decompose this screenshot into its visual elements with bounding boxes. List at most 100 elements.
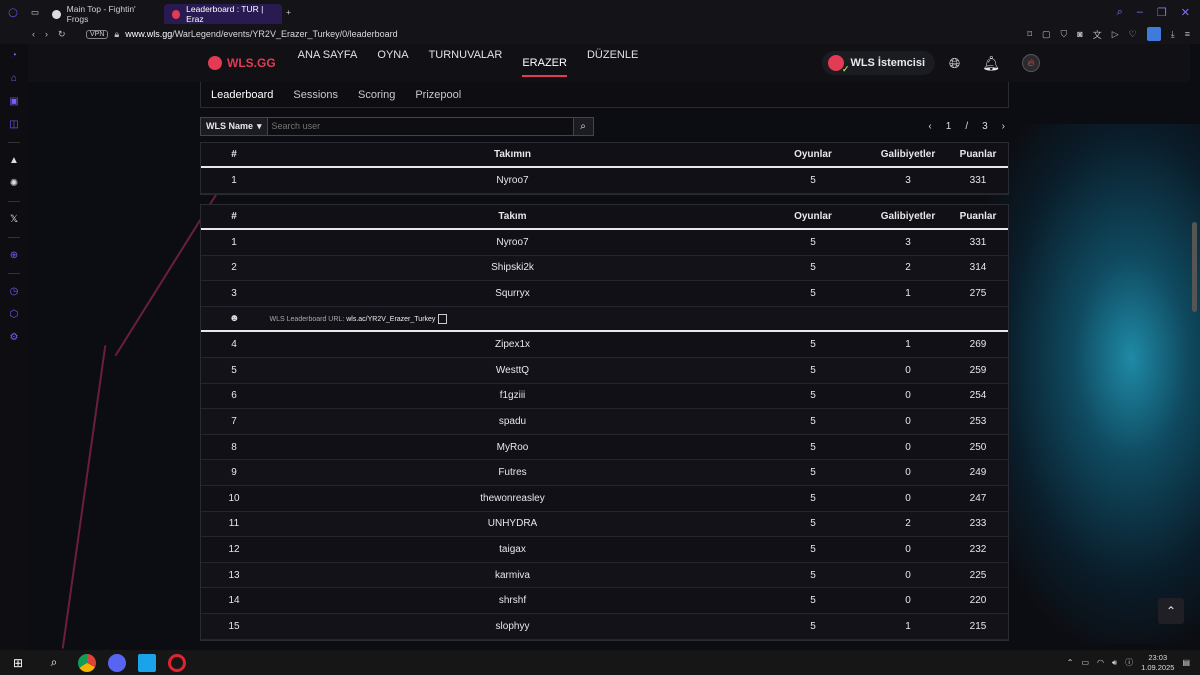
leaderboard-url-value[interactable]: wls.ac/YR2V_Erazer_Turkey [346,315,435,322]
x-icon[interactable]: 𝕏 [10,214,18,225]
table-row[interactable]: 12 taigax 5 0 232 [201,537,1008,563]
cloud-icon [52,9,61,19]
history-icon[interactable]: ◷ [10,286,19,297]
table-row[interactable]: 4 Zipex1x 5 1 269 [201,332,1008,358]
camera-icon[interactable]: ◙ [1077,29,1082,39]
table-row[interactable]: 8 MyRoo 5 0 250 [201,435,1008,461]
volume-icon[interactable]: 🔊︎ [1112,658,1117,668]
vpn-badge[interactable]: VPN [86,29,109,39]
search-input[interactable] [267,116,574,136]
back-icon[interactable]: ‹ [32,29,35,40]
wifi-icon[interactable]: ◠ [1097,658,1104,667]
search-type-select[interactable]: WLS Name ▾ [200,116,268,136]
play-icon[interactable]: ▷ [1112,29,1119,40]
menu-item-erazer[interactable]: ERAZER [522,57,567,77]
copy-icon[interactable] [438,313,448,324]
points-cell: 331 [969,236,987,248]
table-row[interactable]: 7 spadu 5 0 253 [201,409,1008,435]
chatgpt-icon[interactable]: ✺ [10,178,18,189]
client-button[interactable]: WLS İstemcisi [822,51,936,75]
discord-icon[interactable] [108,653,126,672]
shield-icon[interactable]: ⛉ [1061,29,1068,40]
points-cell: 275 [969,287,987,299]
url-field[interactable]: www.wls.gg/WarLegend/events/YR2V_Erazer_… [125,29,397,39]
table-row[interactable]: 3 Squrryx 5 1 275 [201,281,1008,307]
snapshot-icon[interactable]: ▢ [1042,29,1051,40]
extension-icon[interactable] [1146,27,1161,41]
table-row[interactable]: 1 Nyroo7 5 3 331 [201,230,1008,256]
table-row[interactable]: 11 UNHYDRA 5 2 233 [201,511,1008,538]
windows-start-icon[interactable]: ⊞ [0,656,36,670]
new-tab-button[interactable]: + [286,7,291,17]
clock[interactable]: 23:03 1.09.2025 [1141,653,1174,673]
menu-item-play[interactable]: OYNA [377,49,408,77]
menu-icon[interactable]: ≡ [1185,29,1190,39]
scroll-to-top-button[interactable]: ⌃ [1158,598,1184,624]
cube-icon[interactable]: ⬡ [10,309,19,320]
workspaces-icon[interactable]: ▭ [26,7,44,18]
tab-leaderboard[interactable]: Leaderboard : TUR | Eraz [164,4,282,24]
table-row[interactable]: 6 f1gziii 5 0 254 [201,384,1008,410]
site-logo[interactable]: WLS.GG [208,56,276,70]
bell-icon[interactable]: 🔔︎ [982,55,1000,72]
browser-tab-bar: ◯ ▭ Main Top - Fightin' Frogs Leaderboar… [0,0,1200,24]
search-button[interactable]: ⌕ [573,116,594,136]
table-row[interactable]: 9 Futres 5 0 249 [201,460,1008,486]
tab-leaderboard[interactable]: Leaderboard [211,89,273,101]
minimize-icon[interactable]: – [1137,6,1143,19]
tab-sessions[interactable]: Sessions [293,89,338,101]
prev-page-button[interactable]: ‹ [928,121,931,132]
rank-cell: 6 [231,390,237,402]
input-method-icon[interactable]: ⓘ [1125,657,1133,668]
current-page: 1 [945,120,952,132]
window-controls: ⌕ – ❐ ✕ [1117,6,1200,19]
table-row[interactable]: 10 thewonreasley 5 0 247 [201,486,1008,512]
table-row[interactable]: 14 shrshf 5 0 220 [201,588,1008,614]
chrome-icon[interactable] [78,653,96,672]
tab-main-top[interactable]: Main Top - Fightin' Frogs [44,4,164,24]
network-icon[interactable]: ▭ [1081,658,1089,667]
avatar[interactable]: 🔥︎ [1022,54,1040,72]
scrollbar-thumb[interactable] [1192,222,1197,312]
leaderboard-subnav: Leaderboard Sessions Scoring Prizepool [200,82,1009,108]
app-icon[interactable]: ▲ [9,155,19,166]
add-icon[interactable]: ⊕ [10,250,18,261]
table-row[interactable]: 5 WesttQ 5 0 259 [201,357,1008,384]
bookmark-icon[interactable]: ⌑ [1027,29,1032,40]
table-row[interactable]: 13 karmiva 5 0 225 [201,562,1008,589]
maximize-icon[interactable]: ❐ [1157,6,1167,19]
menu-item-home[interactable]: ANA SAYFA [298,49,358,77]
table-row[interactable]: 1 Nyroo7 5 3 331 [201,168,1008,194]
chevron-up-icon[interactable]: ⌃ [1067,658,1074,667]
twitch-icon[interactable]: ▣ [9,96,18,107]
table-header-row: # Takım Oyunlar Galibiyetler Puanlar [201,205,1008,230]
rank-cell: 12 [228,543,240,555]
menu-item-edit[interactable]: DÜZENLE [587,49,638,77]
forward-icon[interactable]: › [45,29,48,40]
crypto-wallet-icon[interactable]: ⌂ [11,73,17,84]
search-tabs-icon[interactable]: ⌕ [1117,6,1123,19]
download-icon[interactable]: ⤓ [1171,29,1175,40]
reload-icon[interactable]: ↻ [58,29,66,40]
table-row[interactable]: 15 slophyy 5 1 215 [201,613,1008,640]
opera-icon[interactable] [168,653,186,672]
extensions-bar: ⌑ ▢ ⛉ ◙ 文 ▷ ♡ ⤓ ≡ [1027,27,1200,41]
aria-icon[interactable]: ◔ [11,50,17,61]
close-icon[interactable]: ✕ [1181,6,1190,19]
opera-menu-icon[interactable]: ◯ [0,0,26,24]
next-page-button[interactable]: › [1002,121,1005,132]
menu-item-tournaments[interactable]: TURNUVALAR [429,49,503,77]
table-row[interactable]: 2 Shipski2k 5 2 314 [201,255,1008,282]
globe-icon[interactable]: 🌐︎ [949,55,960,72]
settings-icon[interactable]: ⚙ [10,332,19,343]
app-icon[interactable] [138,653,156,672]
translate-icon[interactable]: 文 [1093,28,1102,41]
search-icon[interactable]: ⌕ [36,655,72,670]
heart-icon[interactable]: ♡ [1129,29,1137,40]
instagram-icon[interactable]: ◫ [9,119,18,130]
tab-scoring[interactable]: Scoring [358,89,395,101]
scrollbar[interactable] [1192,52,1198,642]
sidebar-divider [8,237,20,238]
notifications-icon[interactable]: ▤ [1182,658,1190,667]
tab-prizepool[interactable]: Prizepool [415,89,461,101]
